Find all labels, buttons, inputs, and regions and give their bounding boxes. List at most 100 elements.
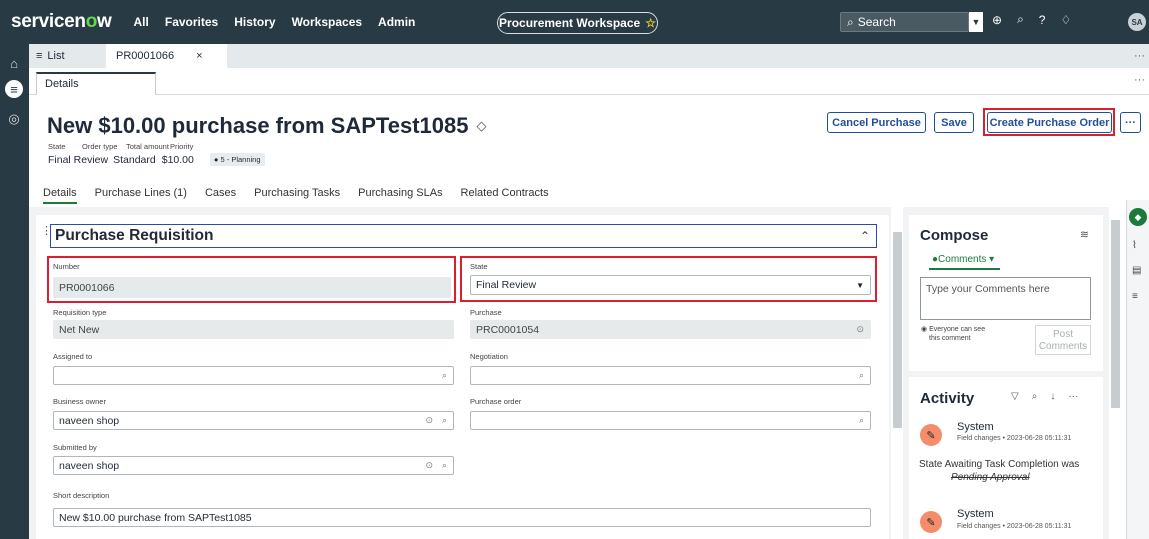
list-icon[interactable]: ≡	[1132, 291, 1138, 302]
more-tabs-icon[interactable]: ···	[1134, 50, 1145, 62]
agent-assist-icon[interactable]: ◆	[1129, 208, 1147, 226]
assigned-to-input[interactable]: ⌕	[53, 366, 454, 385]
avatar[interactable]: SA	[1128, 13, 1146, 31]
short-description-label: Short description	[53, 491, 110, 500]
top-icons: ⊕ ⌕ ? ♢	[992, 12, 1071, 27]
tab-related-contracts[interactable]: Related Contracts	[461, 187, 549, 204]
drag-handle-icon[interactable]: ⋮	[41, 224, 52, 237]
save-button[interactable]: Save	[934, 112, 974, 133]
short-description-input[interactable]: New $10.00 purchase from SAPTest1085	[53, 508, 871, 527]
search-dropdown-icon[interactable]: ▼	[969, 12, 983, 32]
number-field: PR0001066	[53, 277, 451, 298]
filter-settings-icon[interactable]: ≋	[1080, 228, 1089, 241]
info-icon[interactable]: ⊙	[425, 415, 433, 426]
tab-record[interactable]: PR0001066 ×	[106, 44, 227, 68]
edit-icon: ✎	[920, 424, 942, 446]
negotiation-input[interactable]: ⌕	[470, 366, 871, 385]
info-icon[interactable]: ⊙	[856, 324, 864, 335]
sort-icon[interactable]: ↓	[1050, 391, 1055, 402]
home-icon[interactable]: ⌂	[5, 54, 23, 72]
tab-purchase-lines[interactable]: Purchase Lines (1)	[95, 187, 187, 204]
edit-icon: ✎	[920, 511, 942, 533]
state-select[interactable]: Final Review ▼	[470, 275, 871, 295]
comment-textarea[interactable]: Type your Comments here	[920, 277, 1091, 320]
submitted-by-label: Submitted by	[53, 443, 97, 452]
activity-author: System	[957, 508, 994, 520]
search-icon[interactable]: ⌕	[1032, 391, 1038, 402]
search-icon: ⌕	[847, 14, 854, 29]
search-input[interactable]: ⌕ Search	[840, 12, 969, 32]
tab-details[interactable]: Details	[43, 187, 77, 204]
close-icon[interactable]: ×	[196, 50, 202, 62]
globe-icon[interactable]: ⊕	[992, 13, 1002, 27]
servicenow-logo[interactable]: servicenow	[11, 11, 112, 33]
visibility-line-1: Everyone can see	[929, 326, 986, 333]
attachment-icon[interactable]: ⌇	[1132, 240, 1137, 251]
header-label-total: Total amount	[126, 142, 169, 151]
priority-badge: ● 5 - Planning	[209, 153, 265, 166]
priority-value: 5 - Planning	[220, 155, 261, 164]
workspace-name: Procurement Workspace	[499, 16, 641, 30]
tab-purchasing-slas[interactable]: Purchasing SLAs	[358, 187, 442, 204]
section-title: Purchase Requisition	[55, 227, 214, 244]
more-actions-button[interactable]: ···	[1120, 112, 1141, 133]
purchase-order-input[interactable]: ⌕	[470, 411, 871, 430]
search-icon[interactable]: ⌕	[859, 415, 864, 426]
subtab-bar: Details ···	[29, 68, 1149, 95]
number-label: Number	[53, 262, 80, 271]
compose-card: Compose ≋ ●Comments ▾ Type your Comments…	[909, 215, 1103, 371]
assigned-to-label: Assigned to	[53, 352, 93, 361]
list-menu-icon[interactable]: ≡	[5, 80, 23, 98]
activity-title: Activity	[920, 390, 975, 407]
chevron-up-icon[interactable]: ⌃	[860, 229, 870, 243]
nav-all[interactable]: All	[134, 15, 149, 29]
eye-icon: ◉	[921, 326, 928, 333]
more-icon[interactable]: ···	[1068, 391, 1078, 402]
tab-list[interactable]: ≡ List	[36, 50, 106, 62]
more-subtabs-icon[interactable]: ···	[1134, 74, 1145, 86]
tab-record-label: PR0001066	[116, 50, 175, 62]
compose-title: Compose	[920, 227, 989, 244]
purchase-label: Purchase	[470, 308, 502, 317]
create-purchase-order-button[interactable]: Create Purchase Order	[987, 112, 1112, 133]
form-scrollbar-thumb[interactable]	[893, 232, 902, 428]
header-order-type-value: Standard	[113, 153, 156, 166]
panel-scrollbar-thumb[interactable]	[1111, 220, 1120, 408]
filter-icon[interactable]: ▽	[1011, 391, 1019, 402]
state-select-value: Final Review	[476, 279, 537, 291]
info-icon[interactable]: ⊙	[425, 460, 433, 471]
document-icon[interactable]: ▤	[1132, 265, 1141, 276]
nav-admin[interactable]: Admin	[378, 15, 415, 29]
chat-icon[interactable]: ⌕	[1017, 12, 1024, 27]
tag-icon[interactable]: ◇	[476, 118, 486, 134]
search-icon[interactable]: ⌕	[442, 415, 447, 426]
workspace-selector[interactable]: Procurement Workspace ☆	[497, 12, 658, 34]
dashboard-icon[interactable]: ◎	[5, 110, 23, 128]
activity-meta: Field changes • 2023-06-28 05:11:31	[957, 523, 1072, 530]
activity-meta: Field changes • 2023-06-28 05:11:31	[957, 435, 1072, 442]
workspace-tab-bar: ≡ List PR0001066 × ···	[29, 44, 1149, 68]
subtab-details[interactable]: Details	[36, 72, 156, 95]
star-icon[interactable]: ☆	[645, 16, 656, 30]
post-comments-button[interactable]: Post Comments	[1035, 325, 1091, 355]
search-icon[interactable]: ⌕	[442, 460, 447, 471]
notification-bell-icon[interactable]: ♢	[1060, 13, 1071, 27]
tab-purchasing-tasks[interactable]: Purchasing Tasks	[254, 187, 340, 204]
help-icon[interactable]: ?	[1039, 13, 1046, 27]
nav-history[interactable]: History	[234, 15, 275, 29]
tab-comments[interactable]: ●Comments ▾	[929, 254, 1001, 270]
nav-favorites[interactable]: Favorites	[165, 15, 218, 29]
search-placeholder: Search	[857, 15, 896, 29]
submitted-by-input[interactable]: naveen shop ⊙ ⌕	[53, 456, 454, 475]
header-state-value: Final Review	[48, 153, 109, 166]
cancel-purchase-button[interactable]: Cancel Purchase	[827, 112, 926, 133]
comments-tab-label: Comments	[938, 254, 987, 265]
search-icon[interactable]: ⌕	[442, 370, 447, 381]
section-header[interactable]: Purchase Requisition ⌃	[50, 224, 877, 248]
list-icon: ≡	[36, 50, 43, 62]
search-icon[interactable]: ⌕	[859, 370, 864, 381]
header-label-order-type: Order type	[82, 142, 118, 151]
business-owner-input[interactable]: naveen shop ⊙ ⌕	[53, 411, 454, 430]
nav-workspaces[interactable]: Workspaces	[292, 15, 362, 29]
tab-cases[interactable]: Cases	[205, 187, 236, 204]
